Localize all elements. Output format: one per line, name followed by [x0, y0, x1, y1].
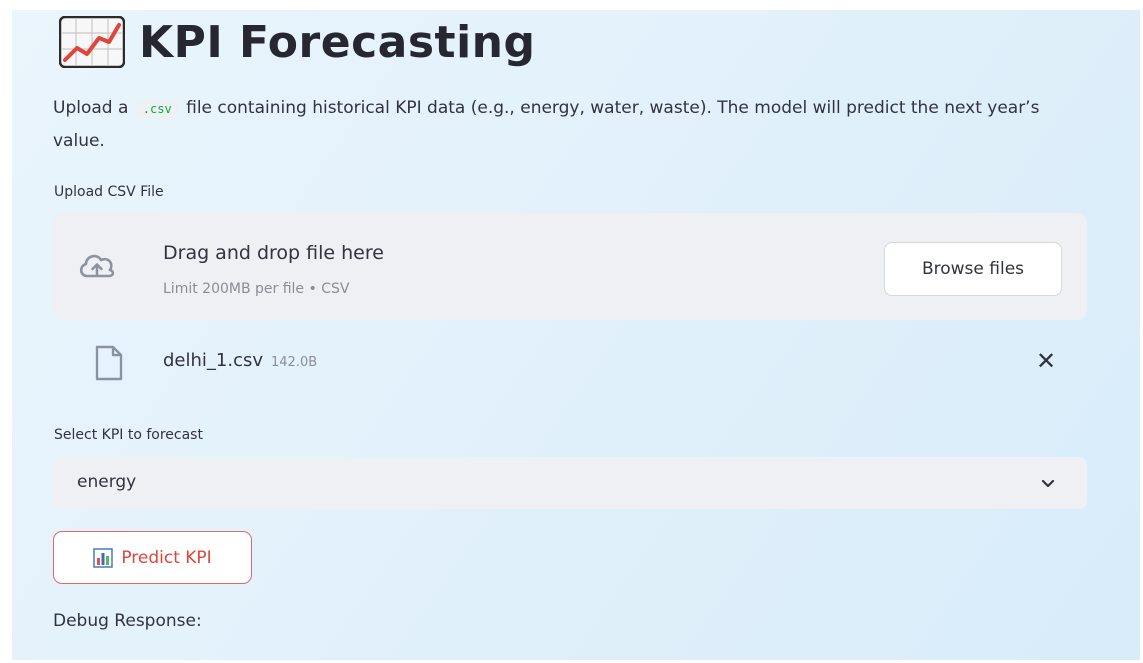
page-description: Upload a .csv file containing historical… [53, 92, 1053, 157]
file-size-text: 142.0B [271, 355, 318, 370]
predict-kpi-label: Predict KPI [121, 547, 212, 568]
kpi-select-value: energy [77, 472, 137, 492]
app-main: KPI Forecasting Upload a .csv file conta… [12, 10, 1140, 660]
predict-kpi-button[interactable]: Predict KPI [53, 531, 252, 584]
page-title: KPI Forecasting [139, 16, 536, 68]
kpi-select[interactable]: energy [53, 457, 1087, 509]
file-dropzone[interactable]: Drag and drop file here Limit 200MB per … [53, 213, 1087, 320]
upload-label: Upload CSV File [54, 184, 164, 200]
csv-code-chip: .csv [136, 100, 178, 118]
file-icon [95, 345, 123, 381]
file-name-text: delhi_1.csv [163, 350, 264, 371]
chevron-down-icon [1041, 479, 1055, 488]
bar-chart-icon [93, 547, 114, 568]
remove-file-button[interactable]: ✕ [1031, 346, 1061, 376]
chart-increasing-icon [59, 16, 125, 68]
browse-files-button[interactable]: Browse files [884, 242, 1062, 296]
page-header: KPI Forecasting [59, 16, 535, 68]
dropzone-title: Drag and drop file here [163, 242, 384, 264]
dropzone-limit-text: Limit 200MB per file • CSV [163, 281, 350, 297]
debug-response-label: Debug Response: [53, 611, 202, 631]
cloud-upload-icon [79, 254, 115, 278]
kpi-select-label: Select KPI to forecast [54, 427, 203, 443]
uploaded-file-row: delhi_1.csv 142.0B ✕ [53, 334, 1087, 394]
uploaded-file-name: delhi_1.csv 142.0B [163, 350, 317, 371]
description-text-start: Upload a [53, 98, 129, 118]
description-text-end: file containing historical KPI data (e.g… [53, 98, 1040, 151]
